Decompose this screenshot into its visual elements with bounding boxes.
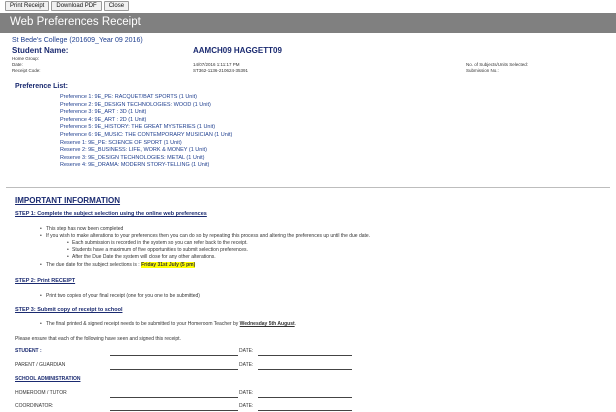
student-name-value: AAMCH09 HAGGETT09 [193, 46, 282, 55]
step-1-bullet: If you wish to make alterations to your … [40, 233, 370, 239]
coordinator-signature-label: COORDINATOR: [15, 403, 54, 409]
date-value: 14/07/2016 1:11:17 PM [193, 62, 240, 67]
parent-date-line [258, 369, 352, 370]
step-2-title: STEP 2: Print RECEIPT [15, 278, 76, 284]
preference-item: Preference 4: 9E_ART : 2D (1 Unit) [60, 116, 147, 123]
close-button[interactable]: Close [103, 1, 130, 11]
print-receipt-button[interactable]: Print Receipt [5, 1, 50, 11]
preference-item: Preference 6: 9E_MUSIC: THE CONTEMPORARY… [60, 131, 233, 138]
title-banner: Web Preferences Receipt [0, 13, 616, 33]
student-signature-label: STUDENT : [15, 348, 42, 354]
preference-list-heading: Preference List: [15, 83, 68, 90]
preference-item: Preference 1: 9E_PE: RACQUET/BAT SPORTS … [60, 94, 197, 100]
preference-list: Preference 1: 9E_PE: RACQUET/BAT SPORTS … [60, 94, 232, 170]
coordinator-date-label: DATE: [239, 403, 254, 409]
subjects-selected-label: No. of Subjects/Units Selected: [466, 62, 529, 67]
step-1-title: STEP 1: Complete the subject selection u… [15, 211, 207, 217]
page-title: Web Preferences Receipt [10, 16, 141, 28]
homeroom-date-line [258, 397, 352, 398]
step-1-sub-bullet: Each submission is recorded in the syste… [67, 240, 248, 246]
student-name-label: Student Name: [12, 46, 69, 55]
step-3-title: STEP 3: Submit copy of receipt to school [15, 307, 123, 313]
preference-item: Preference 2: 9E_DESIGN TECHNOLOGIES: WO… [60, 101, 211, 108]
step-3-text: The final printed & signed receipt needs… [46, 321, 239, 327]
step-1-sub-bullet: After the Due Date the system will close… [67, 254, 216, 260]
due-date-highlight: Friday 31st July (5 pm) [141, 262, 196, 268]
step-3-suffix: . [294, 321, 297, 327]
student-date-label: DATE: [239, 348, 254, 354]
due-date-bullet: The due date for the subject selections … [40, 262, 196, 268]
step-2-bullet: Print two copies of your final receipt (… [40, 293, 200, 299]
submission-date: Wednesday 5th August [239, 321, 295, 327]
parent-date-label: DATE: [239, 362, 254, 368]
preference-item: Preference 3: 9E_ART : 3D (1 Unit) [60, 109, 147, 116]
step-1-sub-bullet: Students have a maximum of five opportun… [67, 247, 248, 253]
parent-signature-label: PARENT / GUARDIAN [15, 362, 66, 368]
parent-signature-line [110, 369, 238, 370]
student-signature-line [110, 355, 238, 356]
home-group-label: Home Group: [12, 56, 40, 61]
submission-number-label: Submission No.: [466, 68, 499, 73]
homeroom-signature-label: HOMEROOM / TUTOR [15, 390, 67, 396]
step-1-bullet: This step has now been completed [40, 226, 123, 232]
step-3-bullet: The final printed & signed receipt needs… [40, 321, 297, 327]
download-pdf-button[interactable]: Download PDF [51, 1, 102, 11]
divider [6, 187, 610, 188]
important-information-heading: IMPORTANT INFORMATION [15, 196, 121, 205]
ensure-signed-text: Please ensure that each of the following… [15, 336, 181, 342]
receipt-code-label: Receipt Code: [12, 68, 41, 73]
coordinator-date-line [258, 410, 352, 411]
date-label: Date: [12, 62, 23, 67]
school-name: St Bede's College (201609_Year 09 2016) [12, 37, 143, 44]
reserve-item: Reserve 3: 9E_DESIGN TECHNOLOGIES: METAL… [60, 154, 205, 161]
receipt-code-value: ST362-1136-210624-35391 [193, 68, 248, 73]
homeroom-signature-line [110, 397, 238, 398]
preference-item: Preference 5: 9E_HISTORY: THE GREAT MYST… [60, 124, 216, 131]
reserve-item: Reserve 1: 9E_PE: SCIENCE OF SPORT (1 Un… [60, 139, 182, 146]
student-date-line [258, 355, 352, 356]
toolbar: Print Receipt Download PDF Close [5, 1, 130, 11]
homeroom-date-label: DATE: [239, 390, 254, 396]
due-date-text: The due date for the subject selections … [46, 262, 140, 268]
reserve-item: Reserve 2: 9E_BUSINESS: LIFE, WORK & MON… [60, 147, 207, 154]
reserve-item: Reserve 4: 9E_DRAMA: MODERN STORY-TELLIN… [60, 162, 210, 169]
coordinator-signature-line [110, 410, 238, 411]
school-administration-heading: SCHOOL ADMINISTRATION [15, 376, 81, 382]
